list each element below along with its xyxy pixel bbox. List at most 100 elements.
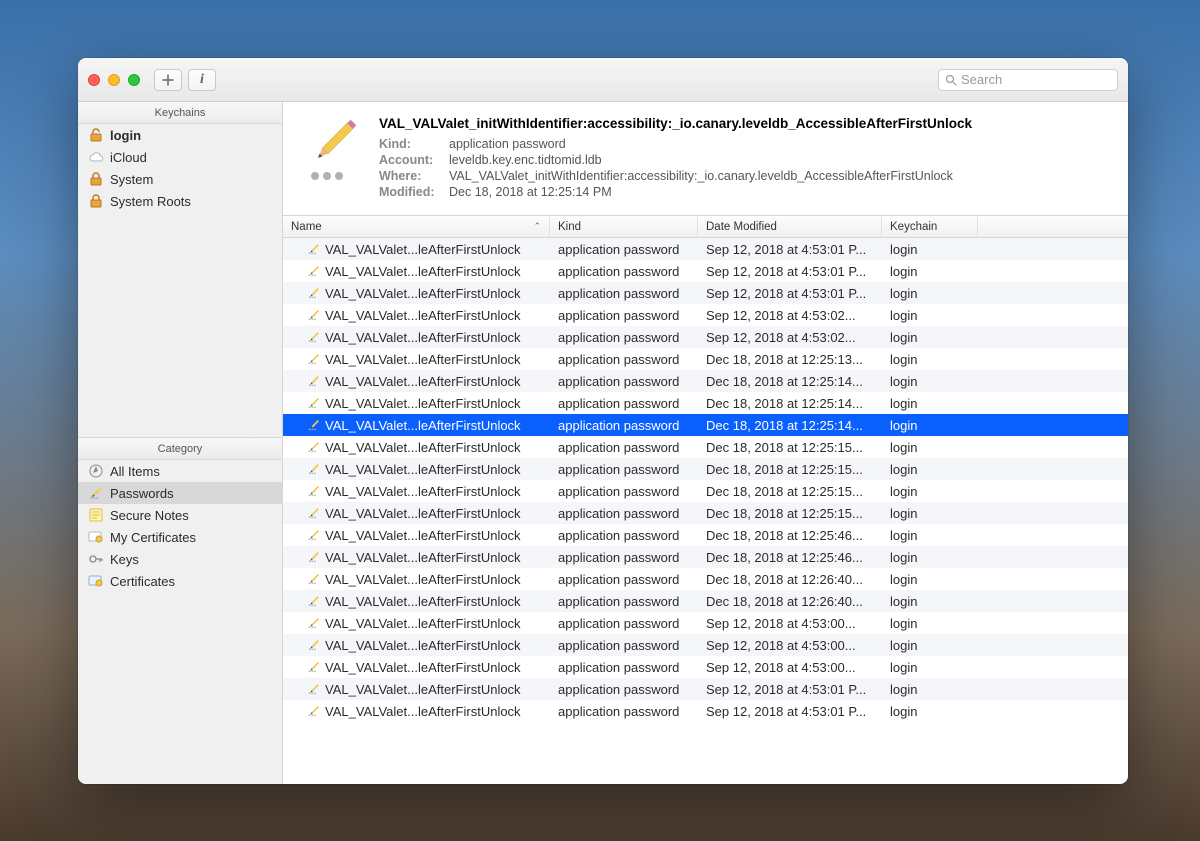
category-item-keys[interactable]: Keys bbox=[78, 548, 282, 570]
table-row[interactable]: VAL_VALValet...leAfterFirstUnlockapplica… bbox=[283, 524, 1128, 546]
cell-name: VAL_VALValet...leAfterFirstUnlock bbox=[283, 550, 550, 565]
category-item-all-items[interactable]: All Items bbox=[78, 460, 282, 482]
keychain-item-icloud[interactable]: iCloud bbox=[78, 146, 282, 168]
column-date-modified[interactable]: Date Modified bbox=[698, 216, 882, 237]
cert-icon bbox=[88, 529, 104, 545]
cell-date: Sep 12, 2018 at 4:53:00... bbox=[698, 638, 882, 653]
table-rows[interactable]: VAL_VALValet...leAfterFirstUnlockapplica… bbox=[283, 238, 1128, 784]
sidebar: Keychains loginiCloudSystemSystem Roots … bbox=[78, 102, 283, 784]
cell-name: VAL_VALValet...leAfterFirstUnlock bbox=[283, 352, 550, 367]
cert-blue-icon bbox=[88, 573, 104, 589]
sidebar-item-label: login bbox=[110, 128, 141, 143]
minimize-window-button[interactable] bbox=[108, 74, 120, 86]
table-row[interactable]: VAL_VALValet...leAfterFirstUnlockapplica… bbox=[283, 546, 1128, 568]
cell-keychain: login bbox=[882, 616, 978, 631]
detail-title: VAL_VALValet_initWithIdentifier:accessib… bbox=[379, 116, 1112, 131]
table-row[interactable]: VAL_VALValet...leAfterFirstUnlockapplica… bbox=[283, 590, 1128, 612]
column-kind[interactable]: Kind bbox=[550, 216, 698, 237]
sidebar-item-label: Secure Notes bbox=[110, 508, 189, 523]
table-row[interactable]: VAL_VALValet...leAfterFirstUnlockapplica… bbox=[283, 370, 1128, 392]
cell-keychain: login bbox=[882, 374, 978, 389]
table-row[interactable]: VAL_VALValet...leAfterFirstUnlockapplica… bbox=[283, 678, 1128, 700]
sidebar-item-label: System Roots bbox=[110, 194, 191, 209]
cell-kind: application password bbox=[550, 594, 698, 609]
table-row[interactable]: VAL_VALValet...leAfterFirstUnlockapplica… bbox=[283, 656, 1128, 678]
keychain-item-login[interactable]: login bbox=[78, 124, 282, 146]
cell-keychain: login bbox=[882, 506, 978, 521]
sidebar-item-label: System bbox=[110, 172, 153, 187]
cell-name: VAL_VALValet...leAfterFirstUnlock bbox=[283, 330, 550, 345]
table-row[interactable]: VAL_VALValet...leAfterFirstUnlockapplica… bbox=[283, 260, 1128, 282]
cell-date: Dec 18, 2018 at 12:26:40... bbox=[698, 572, 882, 587]
keychain-item-system[interactable]: System bbox=[78, 168, 282, 190]
cell-name: VAL_VALValet...leAfterFirstUnlock bbox=[283, 638, 550, 653]
table-row[interactable]: VAL_VALValet...leAfterFirstUnlockapplica… bbox=[283, 700, 1128, 722]
category-item-secure-notes[interactable]: Secure Notes bbox=[78, 504, 282, 526]
search-icon bbox=[945, 74, 957, 86]
table-row[interactable]: VAL_VALValet...leAfterFirstUnlockapplica… bbox=[283, 436, 1128, 458]
cloud-icon bbox=[88, 149, 104, 165]
search-input[interactable] bbox=[961, 72, 1111, 87]
add-button[interactable] bbox=[154, 69, 182, 91]
cell-keychain: login bbox=[882, 440, 978, 455]
column-name[interactable]: Name⌃ bbox=[283, 216, 550, 237]
cell-kind: application password bbox=[550, 352, 698, 367]
cell-kind: application password bbox=[550, 286, 698, 301]
cell-name: VAL_VALValet...leAfterFirstUnlock bbox=[283, 440, 550, 455]
table-row[interactable]: VAL_VALValet...leAfterFirstUnlockapplica… bbox=[283, 414, 1128, 436]
cell-name: VAL_VALValet...leAfterFirstUnlock bbox=[283, 484, 550, 499]
cell-kind: application password bbox=[550, 704, 698, 719]
table-row[interactable]: VAL_VALValet...leAfterFirstUnlockapplica… bbox=[283, 480, 1128, 502]
cell-date: Dec 18, 2018 at 12:25:14... bbox=[698, 396, 882, 411]
cell-date: Sep 12, 2018 at 4:53:02... bbox=[698, 308, 882, 323]
cell-date: Dec 18, 2018 at 12:25:46... bbox=[698, 528, 882, 543]
table-row[interactable]: VAL_VALValet...leAfterFirstUnlockapplica… bbox=[283, 326, 1128, 348]
cell-keychain: login bbox=[882, 638, 978, 653]
info-button[interactable]: i bbox=[188, 69, 216, 91]
sidebar-item-label: All Items bbox=[110, 464, 160, 479]
category-item-passwords[interactable]: Passwords bbox=[78, 482, 282, 504]
cell-date: Dec 18, 2018 at 12:26:40... bbox=[698, 594, 882, 609]
sort-ascending-icon: ⌃ bbox=[533, 221, 541, 232]
info-icon: i bbox=[200, 72, 204, 88]
category-item-certificates[interactable]: Certificates bbox=[78, 570, 282, 592]
detail-where-value: VAL_VALValet_initWithIdentifier:accessib… bbox=[449, 169, 953, 183]
detail-kind-value: application password bbox=[449, 137, 566, 151]
cell-kind: application password bbox=[550, 308, 698, 323]
item-large-icon bbox=[301, 116, 365, 180]
table-row[interactable]: VAL_VALValet...leAfterFirstUnlockapplica… bbox=[283, 568, 1128, 590]
cell-name: VAL_VALValet...leAfterFirstUnlock bbox=[283, 704, 550, 719]
table-row[interactable]: VAL_VALValet...leAfterFirstUnlockapplica… bbox=[283, 304, 1128, 326]
table-row[interactable]: VAL_VALValet...leAfterFirstUnlockapplica… bbox=[283, 348, 1128, 370]
pencil-icon bbox=[88, 485, 104, 501]
cell-name: VAL_VALValet...leAfterFirstUnlock bbox=[283, 396, 550, 411]
table-row[interactable]: VAL_VALValet...leAfterFirstUnlockapplica… bbox=[283, 634, 1128, 656]
cell-date: Dec 18, 2018 at 12:25:15... bbox=[698, 484, 882, 499]
cell-keychain: login bbox=[882, 330, 978, 345]
cell-keychain: login bbox=[882, 550, 978, 565]
table-row[interactable]: VAL_VALValet...leAfterFirstUnlockapplica… bbox=[283, 502, 1128, 524]
main-panel: VAL_VALValet_initWithIdentifier:accessib… bbox=[283, 102, 1128, 784]
keychain-item-system-roots[interactable]: System Roots bbox=[78, 190, 282, 212]
detail-where-label: Where: bbox=[379, 169, 443, 183]
detail-modified-value: Dec 18, 2018 at 12:25:14 PM bbox=[449, 185, 612, 199]
table-row[interactable]: VAL_VALValet...leAfterFirstUnlockapplica… bbox=[283, 238, 1128, 260]
table-row[interactable]: VAL_VALValet...leAfterFirstUnlockapplica… bbox=[283, 282, 1128, 304]
cell-kind: application password bbox=[550, 242, 698, 257]
cell-name: VAL_VALValet...leAfterFirstUnlock bbox=[283, 308, 550, 323]
category-item-my-certificates[interactable]: My Certificates bbox=[78, 526, 282, 548]
close-window-button[interactable] bbox=[88, 74, 100, 86]
table-row[interactable]: VAL_VALValet...leAfterFirstUnlockapplica… bbox=[283, 458, 1128, 480]
titlebar[interactable]: i bbox=[78, 58, 1128, 102]
cell-kind: application password bbox=[550, 616, 698, 631]
cell-name: VAL_VALValet...leAfterFirstUnlock bbox=[283, 286, 550, 301]
traffic-lights bbox=[88, 74, 140, 86]
search-field-container[interactable] bbox=[938, 69, 1118, 91]
cell-name: VAL_VALValet...leAfterFirstUnlock bbox=[283, 616, 550, 631]
zoom-window-button[interactable] bbox=[128, 74, 140, 86]
table-row[interactable]: VAL_VALValet...leAfterFirstUnlockapplica… bbox=[283, 612, 1128, 634]
table-row[interactable]: VAL_VALValet...leAfterFirstUnlockapplica… bbox=[283, 392, 1128, 414]
column-keychain[interactable]: Keychain bbox=[882, 216, 978, 237]
cell-name: VAL_VALValet...leAfterFirstUnlock bbox=[283, 418, 550, 433]
sidebar-item-label: My Certificates bbox=[110, 530, 196, 545]
